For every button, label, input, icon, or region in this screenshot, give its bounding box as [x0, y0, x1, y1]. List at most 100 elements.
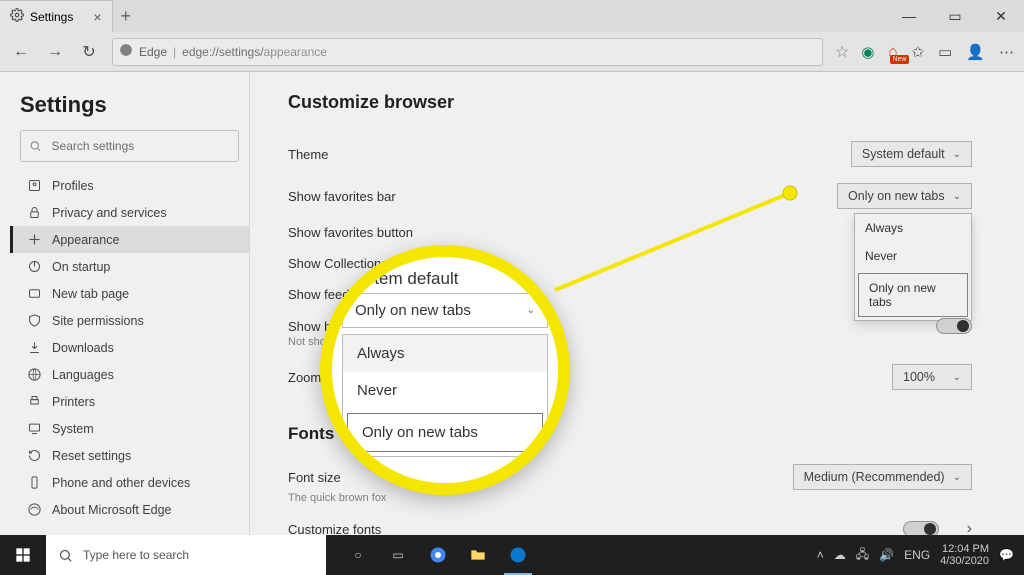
font-size-select[interactable]: Medium (Recommended)⌄ — [793, 464, 972, 490]
favorite-star-icon[interactable]: ☆ — [835, 42, 849, 62]
favorites-bar-select[interactable]: Only on new tabs⌄ — [837, 183, 972, 209]
search-settings-field[interactable] — [50, 138, 230, 154]
sidebar-item-printers[interactable]: Printers — [10, 388, 249, 415]
lens-option-never: Never — [343, 372, 547, 409]
browser-tab[interactable]: Settings × — [0, 0, 113, 32]
chevron-down-icon: ⌄ — [953, 472, 961, 483]
sidebar-item-label: Reset settings — [52, 449, 131, 463]
favorites-bar-option-newtabs[interactable]: Only on new tabs — [858, 273, 968, 317]
system-tray: ˄ ☁ 🖧 🔊 ENG 12:04 PM 4/30/2020 💬 — [817, 543, 1024, 567]
theme-label: Theme — [288, 147, 851, 162]
window-close-button[interactable]: ✕ — [978, 0, 1024, 32]
download-icon — [27, 340, 42, 355]
sidebar-item-languages[interactable]: Languages — [10, 361, 249, 388]
home-button-toggle[interactable] — [936, 318, 972, 334]
extension-icon-2[interactable]: ⌂New — [888, 43, 897, 60]
lens-favorites-bar-select: Only on new tabs⌄ — [342, 293, 548, 328]
chevron-down-icon: ⌄ — [953, 149, 961, 160]
customize-fonts-label: Customize fonts — [288, 522, 903, 536]
zoom-select[interactable]: 100%⌄ — [892, 364, 972, 390]
sidebar-item-system[interactable]: System — [10, 415, 249, 442]
lens-option-newtabs: Only on new tabs — [347, 413, 543, 452]
printer-icon — [27, 394, 42, 409]
globe-icon — [27, 367, 42, 382]
forward-button[interactable]: → — [44, 41, 66, 63]
sidebar-item-on-startup[interactable]: On startup — [10, 253, 249, 280]
sidebar-item-label: Phone and other devices — [52, 476, 190, 490]
tab-title: Settings — [30, 10, 73, 24]
window-maximize-button[interactable]: ▭ — [932, 0, 978, 32]
theme-select[interactable]: System default⌄ — [851, 141, 972, 167]
sidebar-item-label: On startup — [52, 260, 110, 274]
sidebar-item-label: Downloads — [52, 341, 114, 355]
sidebar-item-label: Appearance — [52, 233, 119, 247]
sidebar-item-label: Languages — [52, 368, 114, 382]
customize-fonts-go-icon[interactable]: › — [967, 520, 972, 535]
url-prefix: Edge — [139, 45, 167, 59]
tray-network-icon[interactable]: 🖧 — [856, 545, 869, 566]
profiles-icon — [27, 178, 42, 193]
tab-icon — [27, 286, 42, 301]
phone-icon — [27, 475, 42, 490]
sidebar-item-label: About Microsoft Edge — [52, 503, 172, 517]
sidebar-item-phone-and-other-devices[interactable]: Phone and other devices — [10, 469, 249, 496]
sidebar-item-new-tab-page[interactable]: New tab page — [10, 280, 249, 307]
settings-sidebar: Settings Profiles Privacy and services App… — [0, 72, 250, 535]
start-button[interactable] — [0, 535, 46, 575]
tray-onedrive-icon[interactable]: ☁ — [834, 548, 846, 562]
gear-icon — [10, 8, 24, 25]
favorites-bar-dropdown: Always Never Only on new tabs — [854, 213, 972, 321]
tray-language[interactable]: ENG — [904, 548, 930, 562]
sidebar-item-appearance[interactable]: Appearance — [10, 226, 249, 253]
section-heading: Customize browser — [288, 92, 972, 113]
sidebar-item-label: Printers — [52, 395, 95, 409]
customize-fonts-toggle[interactable] — [903, 521, 939, 535]
new-tab-button[interactable]: + — [121, 6, 132, 27]
sidebar-item-about-microsoft-edge[interactable]: About Microsoft Edge — [10, 496, 249, 523]
file-explorer-icon[interactable] — [458, 535, 498, 575]
address-bar: ← → ↻ Edge | edge://settings/appearance … — [0, 32, 1024, 72]
font-size-preview: The quick brown fox — [288, 492, 972, 504]
close-tab-button[interactable]: × — [93, 9, 101, 25]
power-icon — [27, 259, 42, 274]
taskbar-search[interactable]: Type here to search — [46, 535, 326, 575]
favorites-bar-label: Show favorites bar — [288, 189, 837, 204]
sidebar-item-privacy-and-services[interactable]: Privacy and services — [10, 199, 249, 226]
favorites-bar-option-never[interactable]: Never — [855, 242, 971, 270]
sidebar-item-downloads[interactable]: Downloads — [10, 334, 249, 361]
tray-notifications-icon[interactable]: 💬 — [999, 548, 1014, 562]
edge-taskbar-icon[interactable] — [498, 535, 538, 575]
lens-option-always: Always — [343, 335, 547, 372]
refresh-button[interactable]: ↻ — [78, 41, 100, 63]
menu-icon[interactable]: ⋯ — [999, 43, 1014, 61]
sidebar-item-reset-settings[interactable]: Reset settings — [10, 442, 249, 469]
extension-icon-1[interactable]: ◉ — [861, 43, 874, 61]
reset-icon — [27, 448, 42, 463]
cortana-icon[interactable]: ○ — [338, 535, 378, 575]
url-field[interactable]: Edge | edge://settings/appearance — [112, 38, 823, 66]
favorites-bar-option-always[interactable]: Always — [855, 214, 971, 242]
window-minimize-button[interactable]: — — [886, 0, 932, 32]
sidebar-item-profiles[interactable]: Profiles — [10, 172, 249, 199]
tray-volume-icon[interactable]: 🔊 — [879, 548, 894, 562]
tray-chevron-icon[interactable]: ˄ — [817, 548, 824, 562]
chevron-down-icon: ⌄ — [953, 372, 961, 383]
sidebar-item-label: Profiles — [52, 179, 94, 193]
favorites-icon[interactable]: ✩ — [912, 43, 925, 61]
edge-logo-icon — [119, 43, 133, 60]
font-size-label: Font size — [288, 470, 793, 485]
sidebar-item-label: New tab page — [52, 287, 129, 301]
edge-icon — [27, 502, 42, 517]
page-title: Settings — [20, 92, 239, 118]
profile-icon[interactable]: 👤 — [966, 43, 985, 61]
window-titlebar: Settings × + — ▭ ✕ — [0, 0, 1024, 32]
sidebar-item-label: System — [52, 422, 94, 436]
back-button[interactable]: ← — [10, 41, 32, 63]
search-settings-input[interactable] — [20, 130, 239, 162]
chrome-icon[interactable] — [418, 535, 458, 575]
shield-icon — [27, 313, 42, 328]
sidebar-item-site-permissions[interactable]: Site permissions — [10, 307, 249, 334]
tray-clock[interactable]: 12:04 PM 4/30/2020 — [940, 543, 989, 567]
task-view-icon[interactable]: ▭ — [378, 535, 418, 575]
collections-icon[interactable]: ▭ — [938, 43, 952, 61]
